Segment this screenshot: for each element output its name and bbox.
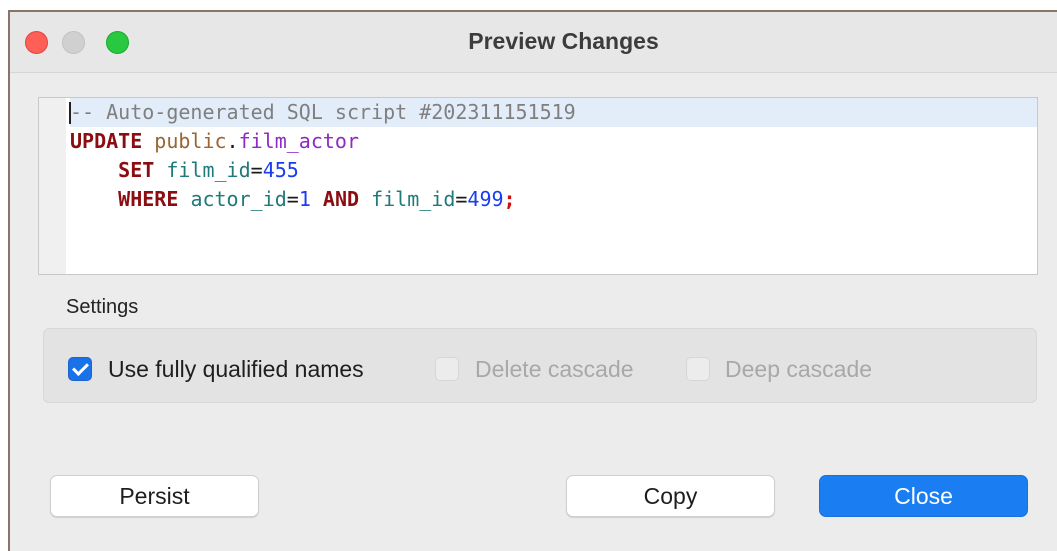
sql-where-value-2: 499: [467, 187, 504, 211]
sql-equals: =: [455, 187, 468, 211]
settings-heading: Settings: [66, 296, 139, 318]
sql-where-value-1: 1: [298, 187, 311, 211]
title-bar: Preview Changes: [10, 12, 1057, 73]
sql-keyword-and: AND: [322, 187, 360, 211]
sql-where-column-2: film_id: [371, 187, 456, 211]
sql-schema-name: public: [154, 129, 227, 153]
fully-qualified-names-checkbox[interactable]: [68, 357, 92, 381]
delete-cascade-label: Delete cascade: [475, 356, 634, 382]
sql-table-name: film_actor: [238, 129, 360, 153]
sql-dot: .: [226, 129, 239, 153]
editor-line-4: WHERE actor_id=1 AND film_id=499;: [70, 185, 1037, 214]
preview-changes-dialog: Preview Changes -- Auto-generated SQL sc…: [8, 10, 1057, 551]
delete-cascade-checkbox: [435, 357, 459, 381]
sql-semicolon: ;: [503, 187, 516, 211]
editor-line-2: UPDATE public.film_actor: [70, 127, 1037, 156]
persist-button[interactable]: Persist: [50, 475, 259, 517]
window-title: Preview Changes: [468, 28, 659, 54]
fully-qualified-names-label[interactable]: Use fully qualified names: [108, 356, 364, 383]
sql-equals: =: [250, 158, 263, 182]
editor-line-3: SET film_id=455: [70, 156, 1037, 185]
settings-panel: Use fully qualified names Delete cascade…: [43, 328, 1037, 403]
copy-button[interactable]: Copy: [566, 475, 775, 517]
editor-gutter: [39, 98, 66, 274]
sql-set-column: film_id: [166, 158, 251, 182]
sql-equals: =: [286, 187, 299, 211]
deep-cascade-label: Deep cascade: [725, 356, 873, 382]
sql-script-editor[interactable]: -- Auto-generated SQL script #2023111515…: [38, 97, 1038, 275]
sql-keyword-set: SET: [118, 158, 155, 182]
text-caret: [69, 102, 71, 124]
sql-keyword-update: UPDATE: [70, 129, 143, 153]
sql-where-column-1: actor_id: [190, 187, 287, 211]
sql-set-value: 455: [262, 158, 299, 182]
close-button[interactable]: Close: [819, 475, 1028, 517]
sql-keyword-where: WHERE: [118, 187, 179, 211]
editor-line-1: -- Auto-generated SQL script #2023111515…: [70, 98, 1037, 127]
deep-cascade-checkbox: [686, 357, 710, 381]
sql-comment: -- Auto-generated SQL script #2023111515…: [70, 100, 576, 124]
